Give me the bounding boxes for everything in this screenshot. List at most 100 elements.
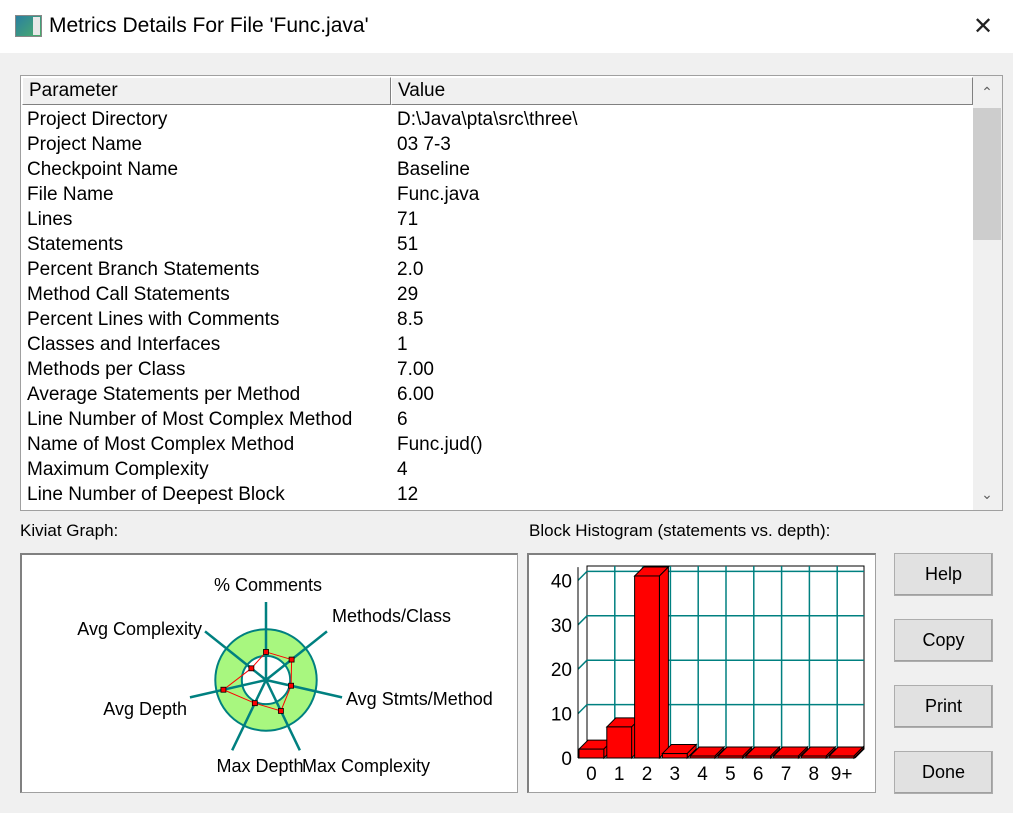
- y-tick-label: 10: [551, 705, 572, 726]
- table-row[interactable]: Lines 71: [21, 207, 971, 232]
- table-row[interactable]: Percent Branch Statements 2.0: [21, 257, 971, 282]
- metrics-table: Parameter Value Project Directory D:\Java…: [20, 75, 1003, 511]
- value-cell: 12: [397, 484, 419, 505]
- help-button[interactable]: Help: [894, 553, 993, 596]
- value-cell: Func.jud(): [397, 434, 483, 455]
- value-cell: 4: [397, 459, 408, 480]
- y-tick-label: 0: [561, 749, 572, 770]
- title-bar: Metrics Details For File 'Func.java' ✕: [0, 0, 1013, 53]
- kiviat-axis-label: Max Depth: [216, 756, 303, 776]
- app-icon: [15, 15, 42, 37]
- x-tick-label: 4: [697, 764, 708, 785]
- window-title: Metrics Details For File 'Func.java': [49, 14, 369, 37]
- table-row[interactable]: Percent Lines with Comments 8.5: [21, 307, 971, 332]
- bar: [717, 755, 744, 759]
- table-row[interactable]: Name of Most Complex Method Func.jud(): [21, 432, 971, 457]
- parameter-cell: Lines: [27, 209, 73, 230]
- bar: [828, 755, 855, 759]
- grid-line-diagonal: [577, 659, 588, 670]
- value-cell: 71: [397, 209, 419, 230]
- kiviat-axis-label: % Comments: [214, 575, 322, 595]
- x-tick-label: 5: [725, 764, 736, 785]
- close-button[interactable]: ✕: [960, 8, 1006, 46]
- value-cell: 03 7-3: [397, 134, 451, 155]
- bar-side: [658, 565, 669, 760]
- table-row[interactable]: Average Statements per Method 6.00: [21, 382, 971, 407]
- table-row[interactable]: Project Directory D:\Java\pta\src\three\: [21, 107, 971, 132]
- bar: [800, 755, 827, 759]
- column-header-parameter[interactable]: Parameter: [22, 77, 391, 105]
- kiviat-point: [251, 700, 258, 707]
- value-cell: Func.java: [397, 184, 480, 205]
- kiviat-point: [220, 686, 227, 693]
- parameter-cell: Percent Branch Statements: [27, 259, 260, 280]
- value-cell: 29: [397, 284, 419, 305]
- kiviat-axis-label: Max Complexity: [302, 756, 430, 776]
- table-row[interactable]: Classes and Interfaces 1: [21, 332, 971, 357]
- bar: [773, 755, 799, 759]
- grid-line-diagonal: [577, 615, 588, 626]
- parameter-cell: Project Name: [27, 134, 143, 155]
- parameter-cell: Average Statements per Method: [27, 384, 301, 405]
- kiviat-axis-label: Methods/Class: [332, 606, 451, 626]
- table-row[interactable]: Maximum Complexity 4: [21, 457, 971, 482]
- kiviat-axis-label: Avg Complexity: [77, 619, 202, 639]
- value-cell: 6: [397, 409, 408, 430]
- parameter-cell: Method Call Statements: [27, 284, 230, 305]
- table-row[interactable]: Statements 51: [21, 232, 971, 257]
- kiviat-point: [248, 665, 255, 672]
- x-tick-label: 2: [642, 764, 653, 785]
- parameter-cell: Percent Lines with Comments: [27, 309, 280, 330]
- x-tick-label: 8: [809, 764, 820, 785]
- value-cell: Baseline: [397, 159, 470, 180]
- copy-button[interactable]: Copy: [894, 619, 993, 662]
- kiviat-point: [277, 708, 284, 714]
- bar: [578, 748, 605, 759]
- print-button[interactable]: Print: [894, 685, 993, 728]
- y-tick-label: 20: [551, 660, 572, 681]
- table-row[interactable]: Method Call Statements 29: [21, 282, 971, 307]
- x-tick-label: 0: [586, 764, 597, 785]
- y-tick-label: 40: [551, 571, 572, 592]
- y-tick-label: 30: [551, 616, 572, 637]
- table-row[interactable]: Line Number of Most Complex Method 6: [21, 407, 971, 432]
- parameter-cell: Maximum Complexity: [27, 459, 209, 480]
- kiviat-axis-label: Avg Stmts/Method: [346, 689, 493, 709]
- grid-line-diagonal: [577, 704, 588, 715]
- parameter-cell: Name of Most Complex Method: [27, 434, 295, 455]
- block-histogram: 0 10 20 30 40 0 1 2 3 4 5 6 7 8 9+: [527, 553, 876, 793]
- vertical-scrollbar[interactable]: ⌃ ⌄: [973, 76, 1002, 510]
- table-row[interactable]: File Name Func.java: [21, 182, 971, 207]
- scroll-thumb[interactable]: [973, 108, 1001, 240]
- bar: [606, 726, 633, 759]
- kiviat-point: [263, 649, 269, 655]
- value-cell: 8.5: [397, 309, 424, 330]
- parameter-cell: Checkpoint Name: [27, 159, 179, 180]
- kiviat-point: [288, 682, 294, 689]
- table-row[interactable]: Methods per Class 7.00: [21, 357, 971, 382]
- bar: [634, 575, 660, 759]
- bar: [745, 755, 772, 759]
- table-row[interactable]: Project Name 03 7-3: [21, 132, 971, 157]
- bar: [661, 753, 688, 759]
- bar: [689, 755, 716, 759]
- scroll-up-icon[interactable]: ⌃: [973, 78, 1001, 106]
- parameter-cell: Line Number of Most Complex Method: [27, 409, 353, 430]
- parameter-cell: Classes and Interfaces: [27, 334, 221, 355]
- value-cell: 2.0: [397, 259, 424, 280]
- value-cell: D:\Java\pta\src\three\: [397, 109, 578, 130]
- parameter-cell: File Name: [27, 184, 114, 205]
- parameter-cell: Methods per Class: [27, 359, 186, 380]
- table-row[interactable]: Checkpoint Name Baseline: [21, 157, 971, 182]
- x-tick-label: 1: [614, 764, 625, 785]
- value-cell: 6.00: [397, 384, 434, 405]
- done-button[interactable]: Done: [894, 751, 993, 794]
- column-header-value[interactable]: Value: [391, 77, 973, 105]
- parameter-cell: Line Number of Deepest Block: [27, 484, 285, 505]
- x-tick-label: 9+: [831, 764, 853, 785]
- kiviat-graph: % Comments Methods/Class Avg Stmts/Method M…: [20, 553, 518, 793]
- scroll-down-icon[interactable]: ⌄: [973, 480, 1001, 508]
- x-tick-label: 6: [753, 764, 764, 785]
- kiviat-label: Kiviat Graph:: [20, 521, 119, 540]
- table-row[interactable]: Line Number of Deepest Block 12: [21, 482, 971, 507]
